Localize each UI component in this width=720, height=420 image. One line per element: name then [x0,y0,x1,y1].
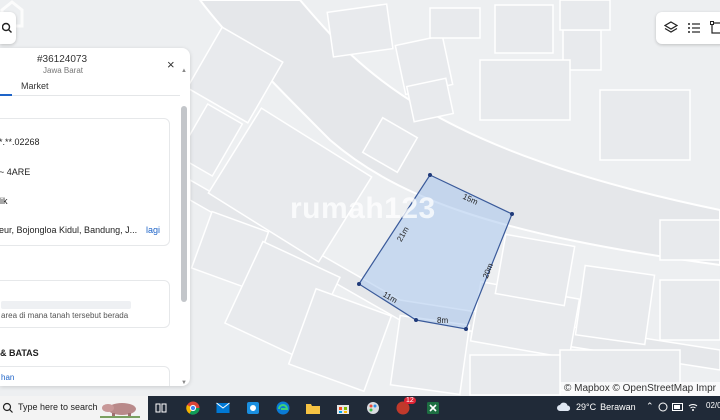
file-explorer-icon[interactable] [304,399,322,417]
ownership-status: lik [0,196,8,206]
panel-tabs: Market [0,78,180,96]
weather-widget[interactable]: 29°C Berawan [556,402,636,412]
segment-label: 8m [437,316,448,325]
scroll-up-icon[interactable]: ▲ [181,68,187,74]
taskbar-search[interactable]: Type here to search [0,396,148,420]
info-card: *.**.02268 ~ 4ARE lik eur, Bojongloa Kid… [0,118,170,246]
edge-icon[interactable] [274,399,292,417]
tab-active-indicator [0,94,12,96]
parcel-vertex[interactable] [464,327,468,331]
parcel-vertex[interactable] [357,282,361,286]
boundary-card: han [0,366,170,386]
measure-icon[interactable] [709,19,720,37]
parcel-vertex[interactable] [510,212,514,216]
weather-temp: 29°C [576,402,597,412]
section-title: & BATAS [0,348,39,358]
map-toolbar [656,12,720,44]
taskbar-date[interactable]: 02/0 [706,401,720,410]
scroll-thumb[interactable] [181,106,187,302]
list-icon[interactable] [685,19,702,37]
language-icon[interactable] [658,402,668,412]
boundary-link[interactable]: han [1,373,14,382]
battery-icon[interactable] [671,402,684,411]
tab-market[interactable]: Market [21,81,49,91]
parcel-vertex[interactable] [428,173,432,177]
scroll-down-icon[interactable]: ▼ [181,380,187,386]
parcel-number: *.**.02268 [0,137,40,147]
snipping-icon[interactable] [244,399,262,417]
listing-panel: #36124073 Jawa Barat × Market *.**.02268… [0,48,190,386]
mail-icon[interactable] [214,399,232,417]
taskbar-search-text: Type here to search [18,402,98,412]
search-icon [2,22,12,33]
notification-badge: 12 [404,397,416,404]
hippo-icon [100,403,140,418]
task-view-icon[interactable] [152,399,170,417]
close-icon[interactable]: × [167,58,175,71]
search-button[interactable] [0,12,16,44]
system-tray: ⌃ [646,401,698,412]
layers-icon[interactable] [662,19,679,37]
map-attribution[interactable]: © Mapbox © OpenStreetMap Impr [559,382,720,396]
location-description: area di mana tanah tersebut berada [1,311,129,320]
listing-id: #36124073 [37,54,88,65]
notes-icon[interactable]: 12 [394,397,416,417]
chevron-up-icon[interactable]: ⌃ [646,401,654,412]
chrome-icon[interactable] [184,399,202,417]
wifi-icon[interactable] [688,402,698,412]
location-placeholder [1,301,131,309]
paint-icon[interactable] [364,399,382,417]
store-icon[interactable] [334,399,352,417]
weather-desc: Berawan [600,402,636,412]
excel-icon[interactable] [424,399,442,417]
address: eur, Bojongloa Kidul, Bandung, J... [0,225,138,235]
taskbar: Type here to search 12 29°C Berawan ⌃ 02… [0,396,720,420]
watermark: rumah123 [290,192,436,225]
parcel-vertex[interactable] [414,318,418,322]
location-card: area di mana tanah tersebut berada [0,280,170,328]
listing-region: Jawa Barat [43,66,84,75]
cloud-icon [557,402,571,411]
more-link[interactable]: lagi [146,225,160,235]
taskbar-search-icon [2,402,13,413]
panel-scrollbar[interactable]: ▲ ▼ [180,68,188,386]
parcel-area: ~ 4ARE [0,167,31,177]
